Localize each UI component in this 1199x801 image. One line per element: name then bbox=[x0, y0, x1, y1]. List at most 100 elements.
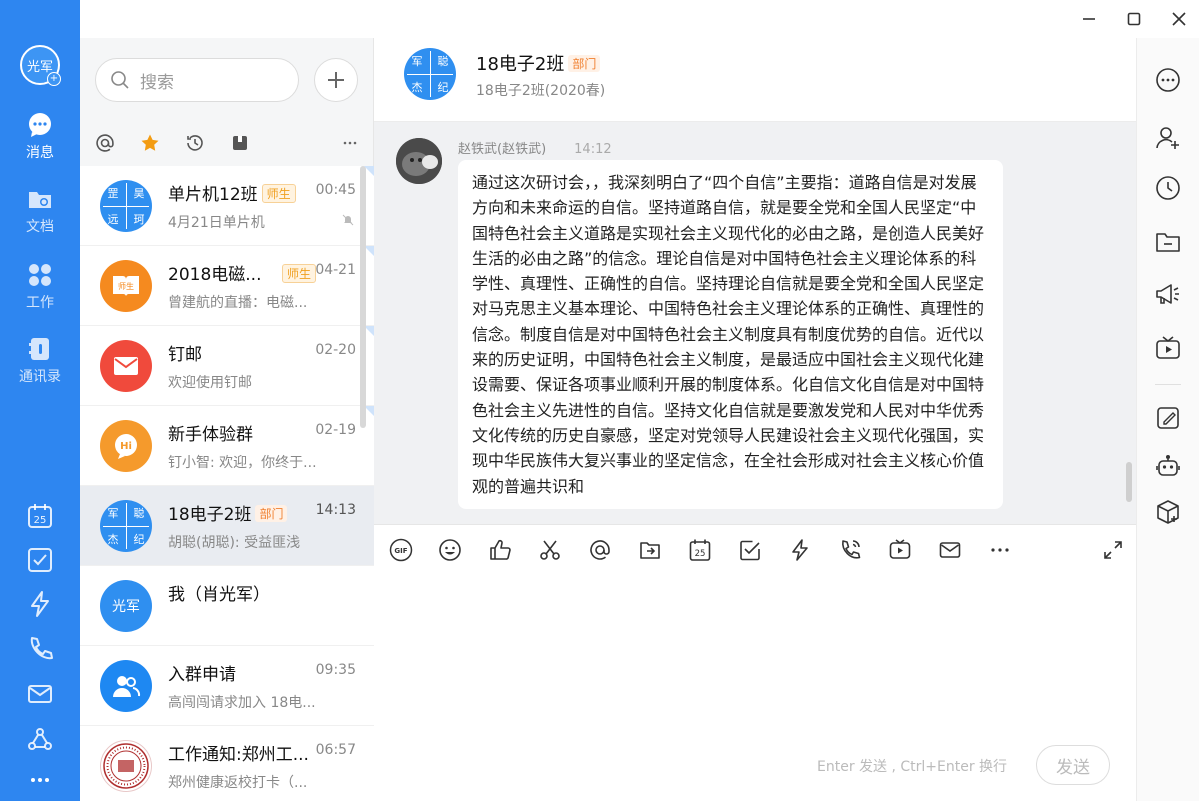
conversation-row[interactable]: 钉邮 02-20 欢迎使用钉邮 bbox=[80, 326, 374, 406]
filter-starred[interactable] bbox=[137, 130, 163, 156]
department-badge: 部门 bbox=[255, 505, 288, 522]
announcement-megaphone-icon[interactable] bbox=[1154, 280, 1182, 308]
list-scrollbar[interactable] bbox=[360, 166, 366, 428]
live-tv-icon[interactable] bbox=[1154, 334, 1182, 362]
clock-history-icon bbox=[187, 135, 203, 151]
mail-icon[interactable] bbox=[26, 680, 54, 708]
rail-calendar-day: 25 bbox=[34, 515, 47, 526]
conversation-preview: 欢迎使用钉邮 bbox=[168, 375, 252, 391]
send-button[interactable]: 发送 bbox=[1036, 745, 1110, 785]
conversation-filters bbox=[80, 130, 374, 160]
at-sign-icon bbox=[590, 540, 610, 560]
more-dots-icon bbox=[991, 548, 1009, 552]
add-member-icon[interactable] bbox=[1154, 124, 1182, 152]
teacher-student-badge: 师生 bbox=[282, 264, 317, 283]
calendar-icon[interactable]: 25 bbox=[26, 502, 54, 530]
thumbs-up-icon bbox=[490, 539, 511, 560]
apps-grid-icon bbox=[29, 264, 51, 286]
svg-text:师生: 师生 bbox=[118, 281, 134, 291]
search-input[interactable]: 搜索 bbox=[95, 58, 299, 102]
more-tools-button[interactable] bbox=[987, 537, 1013, 563]
message-area: 赵铁武(赵铁武) 14:12 通过这次研讨会，，我深刻明白了“四个自信”主要指：道… bbox=[374, 122, 1136, 524]
conversation-row[interactable]: Hi 新手体验群 02-19 钉小智: 欢迎，你终于... bbox=[80, 406, 374, 486]
like-button[interactable] bbox=[487, 537, 513, 563]
star-icon bbox=[141, 134, 159, 151]
message-scrollbar[interactable] bbox=[1126, 462, 1132, 502]
conversation-row[interactable]: 光军 我（肖光军） bbox=[80, 566, 374, 646]
filter-archive[interactable] bbox=[227, 130, 253, 156]
notes-edit-icon[interactable] bbox=[1154, 404, 1182, 432]
dingtalk-window: 光军 + 消息 文档 工作 通讯录 25 搜索 罡 昊 远 珂 单片机12班 师… bbox=[0, 0, 1199, 801]
toolbar-divider bbox=[1155, 384, 1181, 385]
message-time: 14:12 bbox=[574, 142, 612, 157]
close-icon[interactable] bbox=[1168, 8, 1190, 30]
robot-icon[interactable] bbox=[1154, 452, 1182, 480]
conversation-preview: 郑州健康返校打卡（... bbox=[168, 775, 308, 791]
tv-play-icon bbox=[889, 539, 911, 559]
conversation-name: 18电子2班 部门 bbox=[168, 500, 288, 525]
folder-arrow-icon bbox=[640, 542, 660, 559]
department-badge: 部门 bbox=[568, 55, 601, 72]
user-avatar[interactable]: 光军 + bbox=[20, 45, 61, 86]
task-button[interactable] bbox=[737, 537, 763, 563]
conversation-time: 14:13 bbox=[315, 502, 356, 518]
envelope-icon bbox=[114, 357, 138, 375]
filter-mentions[interactable] bbox=[92, 130, 118, 156]
add-button[interactable] bbox=[314, 58, 358, 102]
scissors-icon bbox=[540, 540, 560, 560]
live-button[interactable] bbox=[887, 537, 913, 563]
sender-avatar[interactable] bbox=[396, 138, 442, 184]
nav-messages-label: 消息 bbox=[26, 145, 54, 161]
nav-contacts[interactable]: 通讯录 bbox=[0, 336, 80, 396]
filter-more[interactable] bbox=[337, 130, 363, 156]
conversation-row[interactable]: 罡昊远珂 单片机12班 师生 00:45 4月21日单片机 bbox=[80, 166, 374, 246]
chat-subtitle: 18电子2班(2020春) bbox=[476, 83, 606, 99]
filter-recent[interactable] bbox=[182, 130, 208, 156]
conversation-row[interactable]: 工作通知:郑州工... 06:57 郑州健康返校打卡（... bbox=[80, 726, 374, 801]
history-clock-icon[interactable] bbox=[1154, 174, 1182, 202]
newbie-group-avatar: Hi bbox=[100, 420, 152, 472]
conversation-row[interactable]: 师生 2018电磁... 师生 04-21 曾建航的直播：电磁... bbox=[80, 246, 374, 326]
more-options-icon[interactable] bbox=[1154, 66, 1182, 94]
conversation-rows: 罡昊远珂 单片机12班 师生 00:45 4月21日单片机 师生 2018电磁..… bbox=[80, 166, 374, 801]
expand-icon bbox=[1104, 541, 1122, 559]
teacher-student-badge: 师生 bbox=[261, 184, 296, 203]
phone-call-icon[interactable] bbox=[26, 634, 54, 662]
mail-button[interactable] bbox=[937, 537, 963, 563]
maximize-icon[interactable] bbox=[1123, 8, 1145, 30]
left-rail: 光军 + 消息 文档 工作 通讯录 25 bbox=[0, 0, 80, 801]
conversation-name: 工作通知:郑州工... bbox=[168, 745, 309, 765]
mention-button[interactable] bbox=[587, 537, 613, 563]
ding-lightning-icon[interactable] bbox=[26, 590, 54, 618]
ding-button[interactable] bbox=[787, 537, 813, 563]
expand-composer-button[interactable] bbox=[1100, 537, 1126, 563]
screenshot-button[interactable] bbox=[537, 537, 563, 563]
more-dots-icon[interactable] bbox=[26, 766, 54, 794]
nav-work[interactable]: 工作 bbox=[0, 262, 80, 322]
emoji-button[interactable] bbox=[437, 537, 463, 563]
message-bubble[interactable]: 通过这次研讨会，，我深刻明白了“四个自信”主要指：道路自信是对发展方向和未来命运… bbox=[458, 160, 1003, 509]
chat-title[interactable]: 18电子2班 部门 bbox=[476, 50, 601, 76]
minimize-icon[interactable] bbox=[1078, 8, 1100, 30]
nav-docs-label: 文档 bbox=[26, 219, 54, 235]
plugin-cube-icon[interactable] bbox=[1154, 498, 1182, 526]
schedule-button[interactable]: 25 bbox=[687, 537, 713, 563]
svg-text:25: 25 bbox=[695, 549, 706, 559]
conversation-name: 钉邮 bbox=[168, 345, 202, 365]
course-avatar: 师生 bbox=[100, 260, 152, 312]
org-network-icon[interactable] bbox=[26, 726, 54, 754]
conversation-row-active[interactable]: 军聪杰纪 18电子2班 部门 14:13 胡聪(胡聪): 受益匪浅 bbox=[80, 486, 374, 566]
chat-group-avatar[interactable]: 军聪杰纪 bbox=[404, 48, 456, 100]
conversation-row[interactable]: 入群申请 09:35 高闯闯请求加入 18电... bbox=[80, 646, 374, 726]
call-button[interactable] bbox=[837, 537, 863, 563]
files-folder-icon[interactable] bbox=[1154, 228, 1182, 256]
nav-docs[interactable]: 文档 bbox=[0, 186, 80, 246]
send-file-button[interactable] bbox=[637, 537, 663, 563]
sender-name[interactable]: 赵铁武(赵铁武) bbox=[458, 142, 546, 157]
gif-icon: GIF bbox=[389, 538, 413, 562]
svg-text:Hi: Hi bbox=[120, 441, 132, 452]
gif-button[interactable]: GIF bbox=[388, 537, 414, 563]
nav-messages[interactable]: 消息 bbox=[0, 112, 80, 172]
add-status-icon[interactable]: + bbox=[47, 72, 61, 86]
todo-check-icon[interactable] bbox=[26, 546, 54, 574]
